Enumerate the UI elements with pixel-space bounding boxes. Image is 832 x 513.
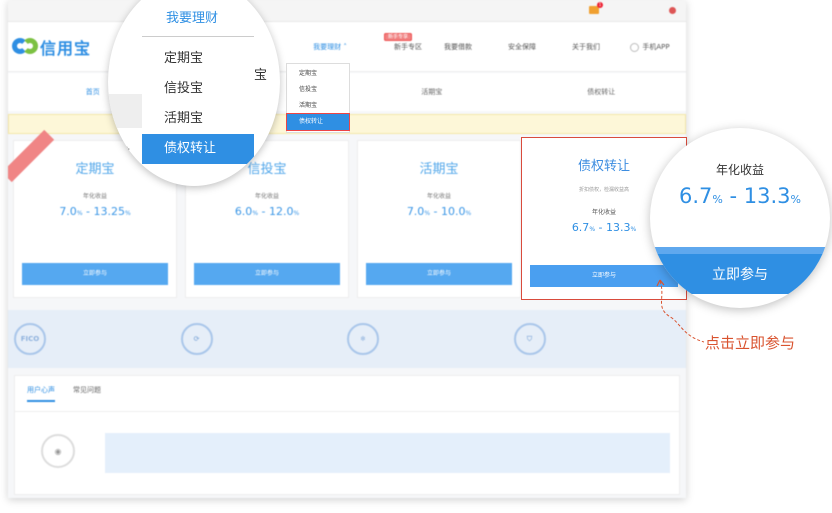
logo-text: 信用宝 [40,39,92,58]
rate-label: 年化收益 [254,193,279,200]
nav-item-borrow[interactable]: 我要借款 [426,42,490,52]
feature-fico: FICO [14,316,181,362]
reviews-section: 用户心声 常见问题 ◉ [14,375,680,495]
nav-item-newbie[interactable]: 新手专享新手专区 [362,33,426,52]
shield-icon: ⛉ [513,323,546,355]
site-logo[interactable]: 信用宝 [10,34,91,60]
invest-dropdown: 定期宝 信投宝 活期宝 债权转让 [286,63,350,133]
nav-item-about[interactable]: 关于我们 [554,42,618,52]
message-icon[interactable]: 1 [589,2,603,14]
dropdown-item-dingqibao[interactable]: 定期宝 [287,66,349,82]
features-strip: FICO ⟳ ❄ ⛉ [8,310,686,368]
rate-label: 年化收益 [82,193,107,200]
magnifier-menu: 我要理财 定期宝 信投宝 活期宝 债权转让 宝 前 [108,0,280,186]
nav-item-app[interactable]: 手机APP [618,42,682,52]
join-button[interactable]: 立即参与 [22,263,168,285]
nav-menu: 我要理财 ˄ 新手专享新手专区 我要借款 安全保障 关于我们 手机APP [298,33,682,52]
snowflake-icon: ❄ [347,323,379,355]
product-card-huoqibao: 活期宝 年化收益 7.0% - 10.0% 立即参与 [357,140,521,298]
background-text: 宝 [254,68,268,83]
nav-item-security[interactable]: 安全保障 [490,42,554,52]
join-button[interactable]: 立即参与 [366,263,512,285]
magnified-dropdown: 定期宝 信投宝 活期宝 债权转让 [142,44,254,164]
nav-newbie-label: 新手专区 [394,43,422,51]
nav-invest-label: 我要理财 [313,43,342,51]
newbie-tag: 新手专享 [383,33,412,41]
rate-range: 7.0% - 10.0% [406,205,472,218]
rate-range: 6.0% - 12.0% [234,205,300,218]
tab-transfer[interactable]: 债权转让 [517,87,687,97]
feature-2: ⟳ [180,316,348,362]
fico-icon: FICO [14,323,46,355]
background-fragment: 前 [118,146,131,160]
magnified-nav-title: 我要理财 [166,11,219,26]
tab-user-voice[interactable]: 用户心声 [27,385,55,402]
callout-label: 点击立即参与 [705,334,796,352]
rate-label: 年化收益 [426,193,451,200]
logout-icon [669,6,676,14]
rate-range: 7.0% - 13.25% [59,205,131,218]
magnified-item-dingqibao[interactable]: 定期宝 [142,44,254,74]
refresh-icon: ⟳ [180,323,213,355]
magnified-item-huoqibao[interactable]: 活期宝 [142,104,254,134]
top-bar-links: 1 [575,2,678,14]
tab-current[interactable]: 活期宝 [347,87,517,97]
user-avatar-icon: ◉ [41,434,75,468]
join-button[interactable]: 立即参与 [194,263,340,285]
nav-item-invest[interactable]: 我要理财 ˄ [298,42,362,52]
callout-arrow-icon [656,279,705,343]
message-badge: 1 [597,2,603,8]
review-bubble [105,433,670,473]
logo-icon [10,34,40,60]
magnified-item-xintoubao[interactable]: 信投宝 [142,74,254,104]
magnified-rate-label: 年化收益 [715,163,764,177]
product-name: 活期宝 [419,162,459,177]
dropdown-item-xintoubao[interactable]: 信投宝 [287,82,349,98]
magnified-item-transfer[interactable]: 债权转让 [142,134,254,164]
magnified-rate: 6.7% - 13.3% [678,184,801,208]
dropdown-item-transfer[interactable]: 债权转让 [286,113,350,131]
feature-3: ❄ [347,316,514,362]
reviews-tabs: 用户心声 常见问题 [15,376,679,412]
dropdown-item-huoqibao[interactable]: 活期宝 [287,98,349,114]
tab-faq[interactable]: 常见问题 [73,385,101,402]
logout-link[interactable] [669,6,678,14]
